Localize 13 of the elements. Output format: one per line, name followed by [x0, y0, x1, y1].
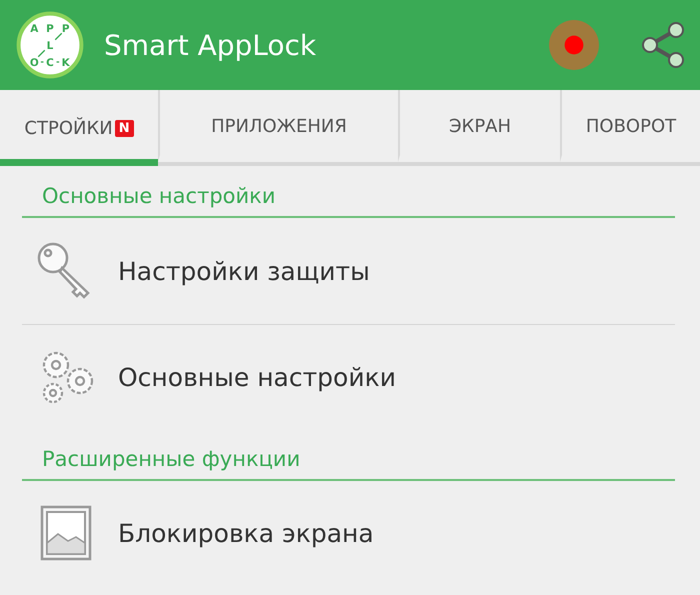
section-header: Основные настройки	[22, 166, 675, 218]
new-badge: N	[114, 120, 134, 136]
app-title: Smart AppLock	[104, 28, 318, 62]
tab[interactable]: СТРОЙКИ N	[0, 90, 158, 166]
settings-item[interactable]: Блокировка экрана	[118, 518, 374, 548]
settings-item[interactable]: Настройки защиты	[118, 256, 370, 286]
tab[interactable]: ЭКРАН	[398, 90, 560, 162]
tab[interactable]: ПРИЛОЖЕНИЯ	[158, 90, 398, 162]
app-logo: A P P L O C K	[16, 11, 84, 79]
settings-item[interactable]: Основные настройки	[118, 362, 396, 392]
section-header: Расширенные функции	[22, 429, 675, 481]
tab[interactable]: ПОВОРОТ	[560, 90, 700, 162]
share-icon[interactable]	[640, 22, 686, 68]
